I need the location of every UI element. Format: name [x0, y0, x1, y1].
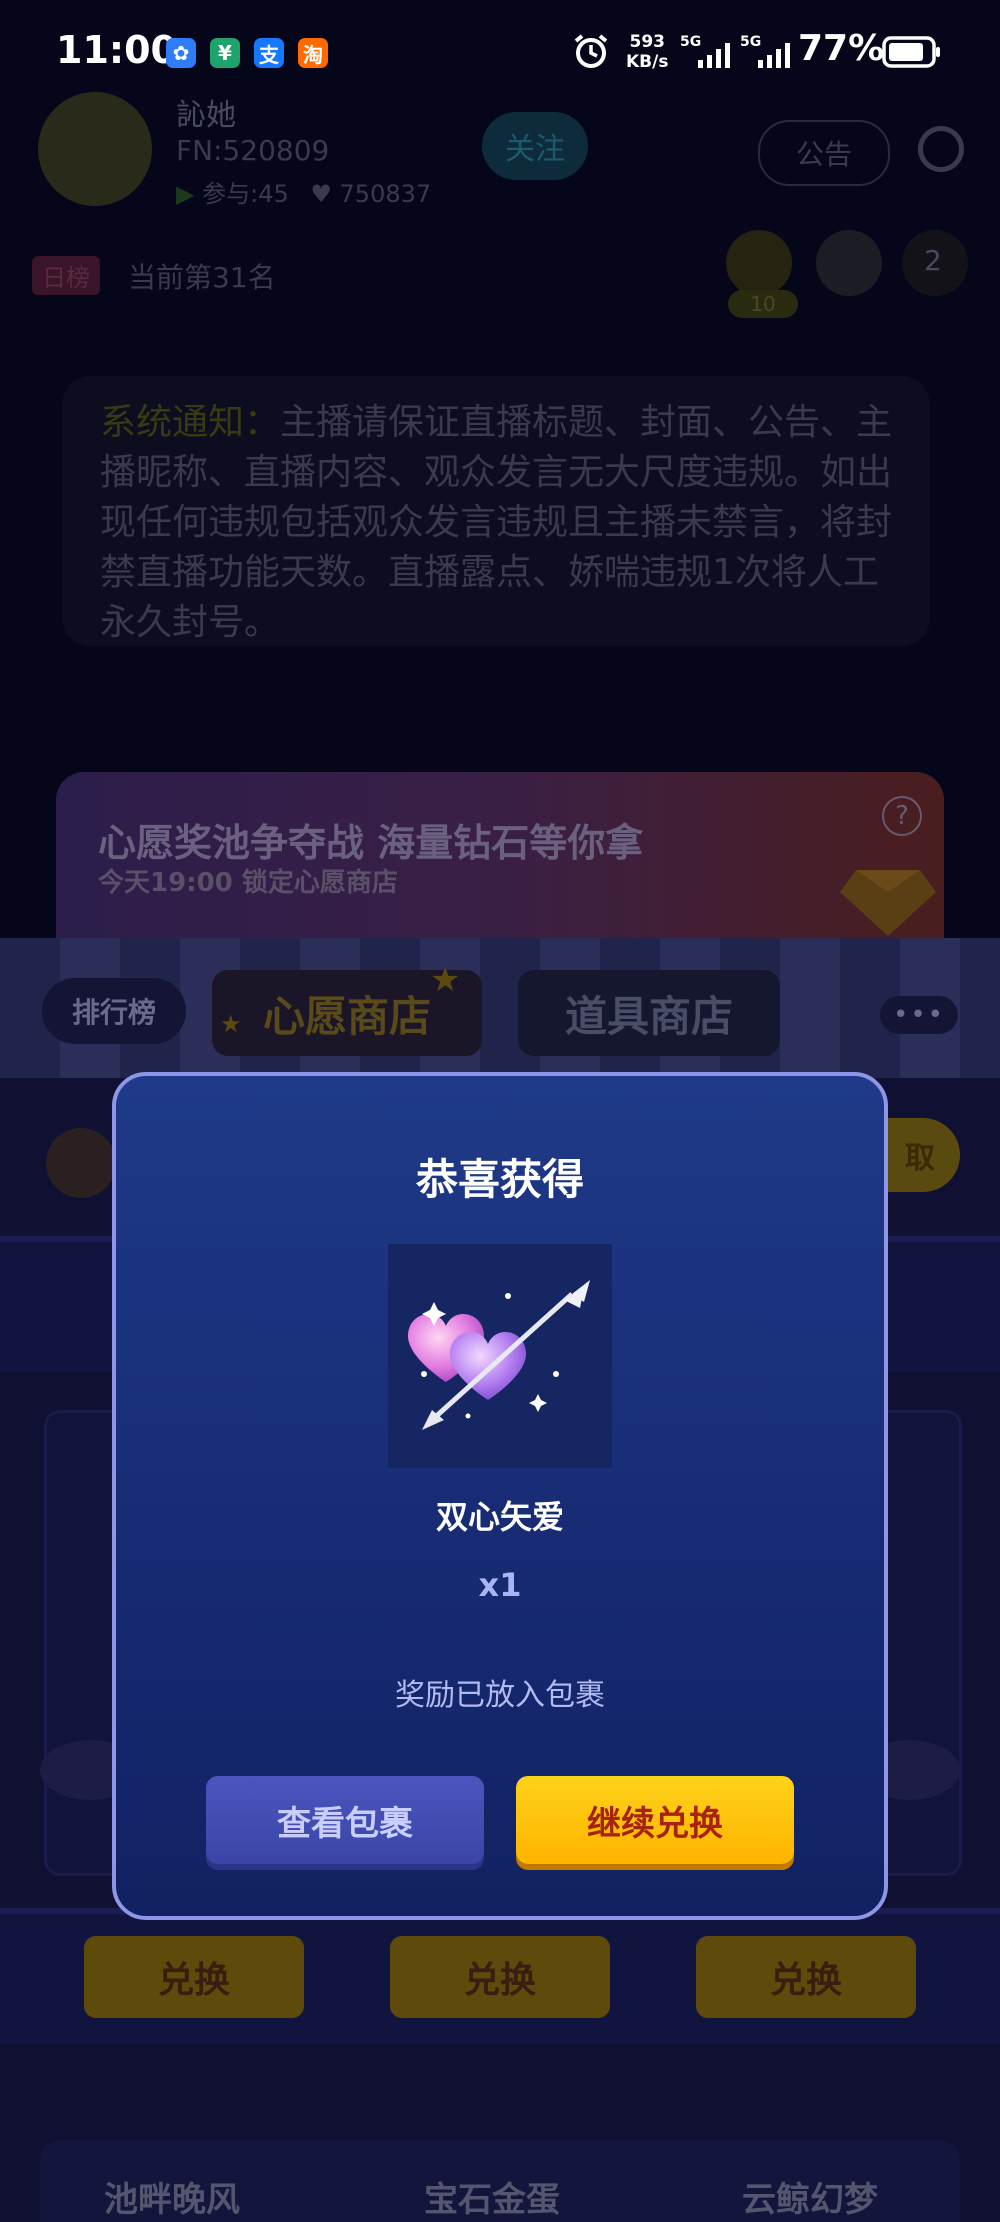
tab-ranking[interactable]: 排行榜 [42, 978, 186, 1044]
redeem-button[interactable]: 兑换 [696, 1936, 916, 2018]
viewer-count: 2 [924, 244, 942, 277]
prize-image [388, 1244, 612, 1468]
diamond-icon [836, 850, 940, 938]
continue-redeem-button[interactable]: 继续兑换 [516, 1776, 794, 1864]
more-button[interactable]: ••• [880, 996, 958, 1034]
system-notice-text: 系统通知：主播请保证直播标题、封面、公告、主播昵称、直播内容、观众发言无大尺度违… [100, 398, 900, 648]
product-name: 宝石金蛋 [424, 2180, 560, 2220]
double-heart-arrow-icon [408, 1280, 590, 1430]
power-icon[interactable] [918, 126, 964, 172]
clock: 11:00 [56, 28, 177, 72]
net-speed: 593 KB/s [626, 32, 669, 72]
banner-title: 心愿奖池争夺战 海量钻石等你拿 [98, 821, 644, 865]
banner-subtitle: 今天19:00 锁定心愿商店 [98, 868, 398, 898]
host-name: 訫她 [176, 98, 236, 133]
tab-props-shop[interactable]: 道具商店 [518, 970, 780, 1056]
daily-rank-badge[interactable]: 日榜 [32, 256, 100, 295]
product-name: 池畔晚风 [104, 2180, 240, 2220]
participants-count: 参与:45 [202, 180, 289, 208]
system-notice-lead: 系统通知： [100, 402, 281, 443]
signal-icon [690, 42, 734, 74]
redeem-button[interactable]: 兑换 [84, 1936, 304, 2018]
reward-note: 奖励已放入包裹 [395, 1678, 605, 1713]
prize-quantity: x1 [478, 1566, 522, 1604]
notice-button[interactable]: 公告 [758, 120, 890, 186]
baidu-icon: ✿ [166, 38, 196, 68]
battery-icon [882, 36, 942, 72]
dialog-title: 恭喜获得 [415, 1155, 584, 1204]
star-icon: ★ [220, 1010, 242, 1038]
viewer-avatar[interactable] [816, 230, 882, 296]
taobao-icon: 淘 [298, 38, 328, 68]
heart-icon: ♥ [310, 180, 332, 208]
likes-count: 750837 [339, 180, 432, 208]
follow-button[interactable]: 关注 [482, 112, 588, 180]
wallet-icon: ¥ [210, 38, 240, 68]
host-id: FN:520809 [176, 134, 330, 167]
view-bag-button[interactable]: 查看包裹 [206, 1776, 484, 1864]
status-bar: 11:00 ✿ ¥ 支 淘 593 KB/s 5G 5G 77% [0, 0, 1000, 104]
host-stats: ▶ 参与:45 ♥ 750837 [176, 174, 431, 209]
play-icon: ▶ [176, 180, 195, 208]
star-icon: ★ [430, 960, 461, 1000]
rank-position: 当前第31名 [128, 261, 276, 294]
help-icon[interactable]: ? [882, 796, 922, 836]
prize-name: 双心矢爱 [435, 1498, 564, 1536]
host-avatar[interactable] [38, 92, 152, 206]
redeem-button[interactable]: 兑换 [390, 1936, 610, 2018]
battery-percent: 77% [798, 28, 885, 69]
viewer-level-badge: 10 [728, 290, 798, 318]
alipay-icon: 支 [254, 38, 284, 68]
signal-icon [750, 42, 794, 74]
viewer-avatar[interactable] [726, 230, 792, 296]
alarm-icon [572, 32, 610, 70]
product-name: 云鲸幻梦 [742, 2180, 878, 2220]
